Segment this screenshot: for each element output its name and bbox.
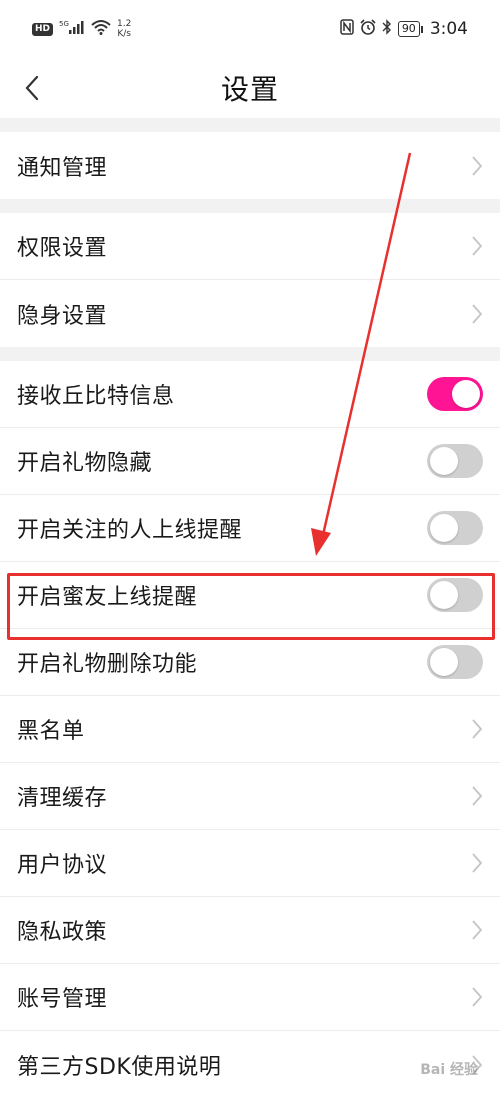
close-friend-online-alert-toggle[interactable] xyxy=(427,578,483,612)
row-account-management[interactable]: 账号管理 xyxy=(0,964,500,1031)
wifi-icon xyxy=(91,19,111,39)
row-permission-settings[interactable]: 权限设置 xyxy=(0,213,500,280)
row-label: 开启关注的人上线提醒 xyxy=(17,518,243,543)
hd-badge: HD xyxy=(32,22,54,36)
chevron-right-icon xyxy=(471,303,483,325)
row-label: 隐身设置 xyxy=(17,303,108,329)
signal-label: 5G xyxy=(59,20,69,28)
toggle-knob xyxy=(430,581,458,609)
row-invisible-settings[interactable]: 隐身设置 xyxy=(0,280,500,347)
row-label: 开启蜜友上线提醒 xyxy=(17,585,198,610)
battery-indicator: 90 xyxy=(397,21,423,37)
chevron-right-icon xyxy=(471,235,483,257)
nfc-icon xyxy=(340,19,354,39)
row-label: 黑名单 xyxy=(17,719,85,744)
net-speed-value: 1.2 xyxy=(117,19,132,29)
row-privacy-policy[interactable]: 隐私政策 xyxy=(0,897,500,964)
row-label: 清理缓存 xyxy=(17,786,108,811)
toggle-knob xyxy=(430,648,458,676)
status-bar: HD 5G 1.2 K/s 90 3:04 xyxy=(0,0,500,58)
page-title: 设置 xyxy=(220,73,279,106)
row-label: 用户协议 xyxy=(17,853,108,878)
net-speed-unit: K/s xyxy=(117,29,131,39)
nav-bar: 设置 xyxy=(0,58,500,118)
bluetooth-icon xyxy=(382,19,392,39)
clock: 3:04 xyxy=(429,19,468,39)
gift-delete-toggle[interactable] xyxy=(427,645,483,679)
chevron-right-icon xyxy=(471,852,483,874)
toggle-knob xyxy=(430,514,458,542)
row-label: 隐私政策 xyxy=(17,920,108,945)
row-blacklist[interactable]: 黑名单 xyxy=(0,696,500,763)
section-gap xyxy=(0,118,500,132)
row-following-online-alert: 开启关注的人上线提醒 xyxy=(0,495,500,562)
row-user-agreement[interactable]: 用户协议 xyxy=(0,830,500,897)
row-notification-management[interactable]: 通知管理 xyxy=(0,132,500,199)
toggle-knob xyxy=(452,380,480,408)
gift-hide-toggle[interactable] xyxy=(427,444,483,478)
chevron-right-icon xyxy=(471,718,483,740)
row-gift-delete: 开启礼物删除功能 xyxy=(0,629,500,696)
section-gap xyxy=(0,347,500,361)
row-cupid-messages: 接收丘比特信息 xyxy=(0,361,500,428)
section-notifications: 通知管理 xyxy=(0,132,500,199)
section-privacy: 权限设置 隐身设置 xyxy=(0,213,500,347)
row-label: 账号管理 xyxy=(17,987,108,1012)
row-gift-hide: 开启礼物隐藏 xyxy=(0,428,500,495)
status-right: 90 3:04 xyxy=(340,19,468,39)
alarm-icon xyxy=(360,19,376,39)
settings-list: 通知管理 权限设置 隐身设置 接收丘比特信息 开启礼物隐藏 开启关注的人上线提醒… xyxy=(0,118,500,1098)
toggle-knob xyxy=(430,447,458,475)
row-label: 通知管理 xyxy=(17,155,108,181)
following-online-alert-toggle[interactable] xyxy=(427,511,483,545)
row-label: 开启礼物删除功能 xyxy=(17,652,198,677)
row-label: 权限设置 xyxy=(17,236,108,261)
chevron-right-icon xyxy=(471,155,483,177)
signal-icon: 5G xyxy=(59,19,85,39)
row-label: 第三方SDK使用说明 xyxy=(17,1054,222,1080)
watermark: Bai 经验 xyxy=(420,1062,478,1078)
row-clear-cache[interactable]: 清理缓存 xyxy=(0,763,500,830)
cupid-messages-toggle[interactable] xyxy=(427,377,483,411)
chevron-right-icon xyxy=(471,919,483,941)
row-close-friend-online-alert: 开启蜜友上线提醒 xyxy=(0,562,500,629)
net-speed: 1.2 K/s xyxy=(117,19,131,39)
row-label: 开启礼物隐藏 xyxy=(17,451,153,476)
section-general: 接收丘比特信息 开启礼物隐藏 开启关注的人上线提醒 开启蜜友上线提醒 开启礼物删… xyxy=(0,361,500,1098)
chevron-right-icon xyxy=(471,785,483,807)
chevron-right-icon xyxy=(471,986,483,1008)
row-label: 接收丘比特信息 xyxy=(17,384,175,409)
status-left: HD 5G 1.2 K/s xyxy=(32,19,131,39)
section-gap xyxy=(0,199,500,213)
